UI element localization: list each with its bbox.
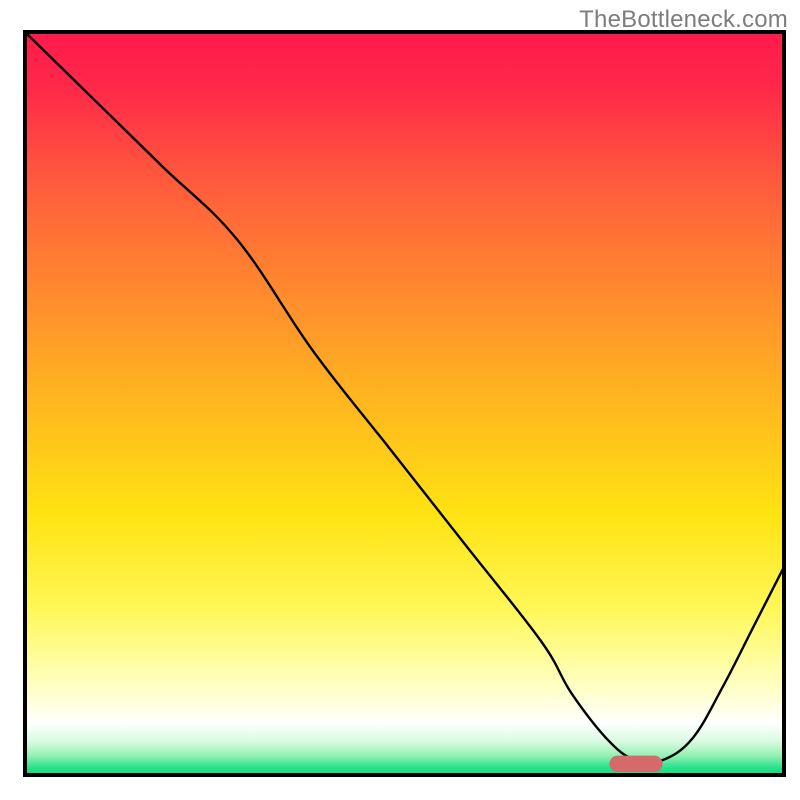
bottleneck-chart [0,0,800,800]
plot-area [25,32,784,775]
optimal-range-marker [609,756,662,772]
watermark-text: TheBottleneck.com [579,6,788,34]
chart-container: TheBottleneck.com [0,0,800,800]
